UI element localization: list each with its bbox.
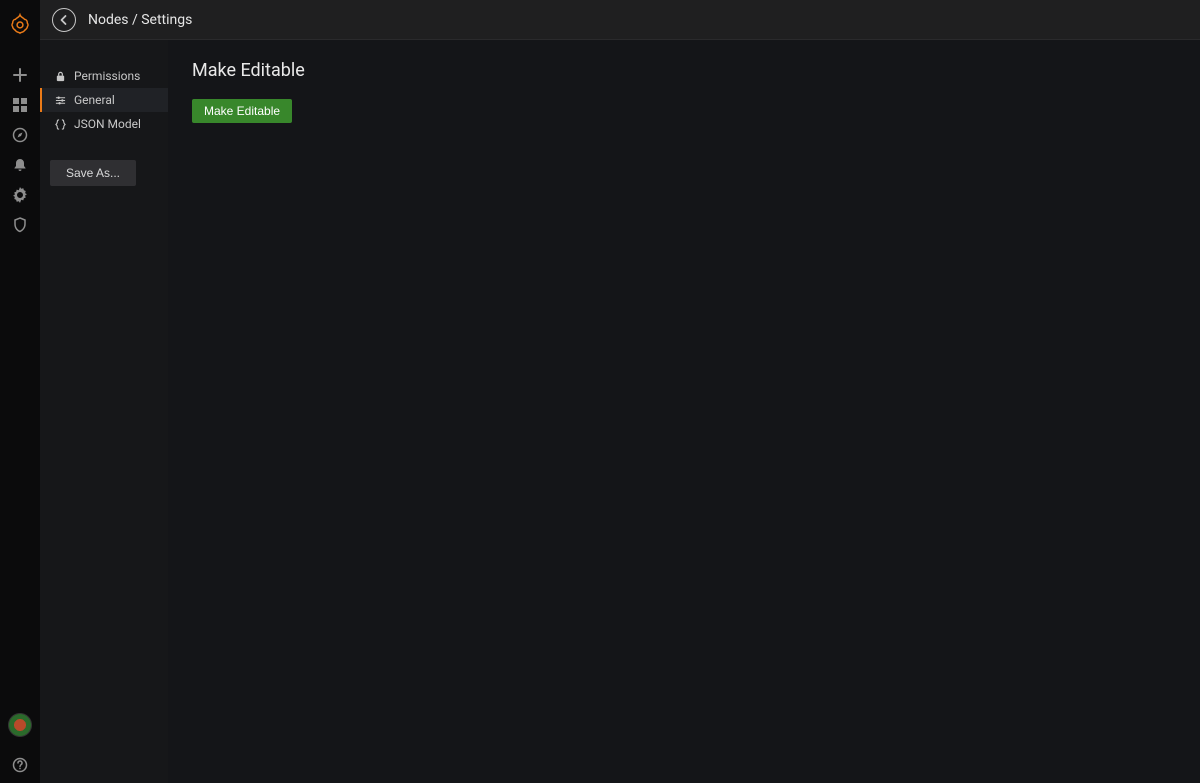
grafana-logo-icon bbox=[9, 13, 31, 35]
gear-icon bbox=[12, 187, 28, 203]
nav-create[interactable] bbox=[0, 60, 40, 90]
save-as-wrap: Save As... bbox=[40, 136, 168, 186]
save-as-button[interactable]: Save As... bbox=[50, 160, 136, 186]
content-title: Make Editable bbox=[192, 60, 1176, 81]
sliders-icon bbox=[54, 94, 66, 106]
settings-content: Make Editable Make Editable bbox=[168, 40, 1200, 783]
settings-item-label: Permissions bbox=[74, 69, 140, 83]
grafana-logo[interactable] bbox=[6, 10, 34, 38]
json-icon bbox=[54, 118, 66, 130]
dashboard-icon bbox=[12, 97, 28, 113]
topbar: Nodes / Settings bbox=[40, 0, 1200, 40]
nav-configuration[interactable] bbox=[0, 180, 40, 210]
settings-item-json-model[interactable]: JSON Model bbox=[40, 112, 168, 136]
settings-item-label: General bbox=[74, 93, 115, 107]
settings-item-label: JSON Model bbox=[74, 117, 141, 131]
lock-icon bbox=[54, 70, 66, 82]
arrow-left-icon bbox=[58, 14, 70, 26]
settings-item-permissions[interactable]: Permissions bbox=[40, 64, 168, 88]
shield-icon bbox=[12, 217, 28, 233]
help-icon bbox=[12, 757, 28, 773]
bell-icon bbox=[12, 157, 28, 173]
nav-alerting[interactable] bbox=[0, 150, 40, 180]
settings-body: Permissions General bbox=[40, 40, 1200, 783]
compass-icon bbox=[12, 127, 28, 143]
settings-sidebar: Permissions General bbox=[40, 40, 168, 783]
plus-icon bbox=[12, 67, 28, 83]
back-button[interactable] bbox=[52, 8, 76, 32]
breadcrumb: Nodes / Settings bbox=[88, 12, 192, 28]
nav-rail bbox=[0, 0, 40, 783]
nav-help[interactable] bbox=[0, 747, 40, 783]
nav-explore[interactable] bbox=[0, 120, 40, 150]
make-editable-button[interactable]: Make Editable bbox=[192, 99, 292, 123]
nav-admin[interactable] bbox=[0, 210, 40, 240]
main-column: Nodes / Settings Permissions bbox=[40, 0, 1200, 783]
nav-dashboards[interactable] bbox=[0, 90, 40, 120]
user-avatar[interactable] bbox=[8, 713, 32, 737]
settings-item-general[interactable]: General bbox=[40, 88, 168, 112]
